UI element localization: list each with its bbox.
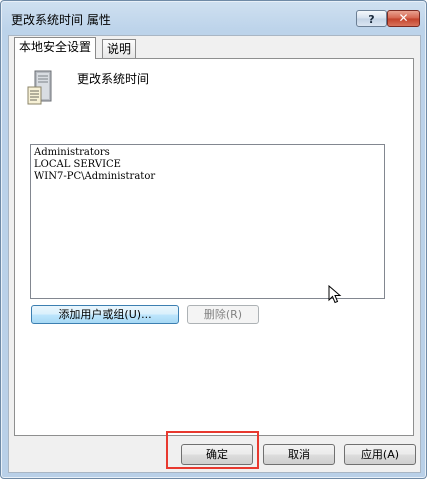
tab-local-security-setting[interactable]: 本地安全设置 bbox=[14, 37, 97, 59]
close-icon: ✕ bbox=[398, 11, 409, 25]
accounts-list[interactable]: Administrators LOCAL SERVICE WIN7-PC\Adm… bbox=[30, 144, 385, 299]
tab-label: 本地安全设置 bbox=[19, 40, 92, 54]
window-title: 更改系统时间 属性 bbox=[11, 13, 111, 27]
properties-dialog: 更改系统时间 属性 ? ✕ 本地安全设置 说明 更改系统时间 Administr… bbox=[0, 0, 427, 479]
list-item[interactable]: Administrators bbox=[34, 147, 381, 159]
server-icon bbox=[27, 70, 52, 105]
apply-button[interactable]: 应用(A) bbox=[344, 444, 416, 465]
list-item[interactable]: WIN7-PC\Administrator bbox=[34, 171, 381, 183]
mouse-cursor-icon bbox=[328, 285, 342, 304]
tab-explain[interactable]: 说明 bbox=[102, 39, 137, 58]
tab-panel: 更改系统时间 Administrators LOCAL SERVICE WIN7… bbox=[14, 58, 414, 436]
help-button[interactable]: ? bbox=[356, 10, 387, 27]
close-button[interactable]: ✕ bbox=[387, 10, 420, 27]
dialog-body: 本地安全设置 说明 更改系统时间 Administrators LOCAL SE… bbox=[8, 35, 421, 473]
policy-title: 更改系统时间 bbox=[77, 72, 150, 86]
tab-label: 说明 bbox=[107, 42, 132, 56]
list-item[interactable]: LOCAL SERVICE bbox=[34, 159, 381, 171]
ok-button-highlight bbox=[166, 431, 259, 469]
cancel-button[interactable]: 取消 bbox=[263, 444, 335, 465]
remove-button[interactable]: 删除(R) bbox=[187, 305, 259, 324]
title-bar[interactable]: 更改系统时间 属性 ? ✕ bbox=[1, 1, 426, 35]
add-user-or-group-button[interactable]: 添加用户或组(U)... bbox=[31, 305, 179, 324]
